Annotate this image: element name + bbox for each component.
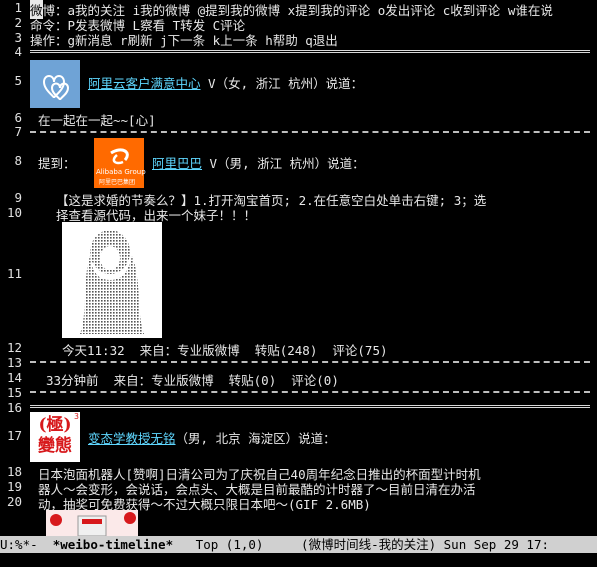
buffer-name[interactable]: *weibo-timeline*: [53, 537, 173, 552]
post-header: 阿里云客户满意中心 V（女, 浙江 杭州）说道：: [88, 73, 363, 92]
line-number: 14: [6, 370, 22, 385]
minibuffer[interactable]: [0, 553, 597, 567]
line-number: 10: [6, 205, 22, 220]
author-meta: V（男, 浙江 杭州）说道：: [202, 156, 365, 171]
major-mode[interactable]: (微博时间线-我的关注): [301, 537, 436, 552]
header-line-actions: 操作：g新消息 r刷新 j下一条 k上一条 h帮助 q退出: [30, 33, 338, 48]
line-number: 19: [6, 479, 22, 494]
alibaba-logo-subtext: 阿里巴巴集团: [99, 179, 136, 186]
line-number: 7: [14, 124, 22, 139]
dashed-separator: [30, 391, 590, 393]
line-number: 11: [6, 266, 22, 281]
line-number: 20: [6, 494, 22, 509]
author-meta: （男, 北京 海淀区）说道：: [175, 431, 336, 446]
line-number: 12: [6, 340, 22, 355]
line-number: 13: [6, 355, 22, 370]
author-link[interactable]: 变态学教授无铭: [88, 431, 176, 446]
line-number: 5: [14, 73, 22, 88]
post-image-thumbnail[interactable]: [46, 510, 138, 536]
mode-line: U:%*- *weibo-timeline* Top (1,0) (微博时间线-…: [0, 536, 597, 553]
post-header: 阿里巴巴 V（男, 浙江 杭州）说道：: [152, 153, 365, 172]
double-separator: [30, 405, 590, 408]
post-text: 在一起在一起~~[心]: [38, 113, 156, 128]
line-number: 1: [14, 0, 22, 15]
ascii-art-figure-icon: [80, 230, 144, 334]
line-number: 15: [6, 385, 22, 400]
avatar-text: (極) 變態: [38, 415, 72, 456]
hearts-icon: [42, 75, 70, 101]
post-header: 变态学教授无铭（男, 北京 海淀区）说道：: [88, 428, 336, 447]
date-time: Sun Sep 29 17:: [436, 537, 550, 552]
mention-prefix: 提到：: [38, 156, 76, 171]
line-number: 6: [14, 110, 22, 125]
double-separator: [30, 50, 590, 53]
heart-avatar[interactable]: [30, 60, 80, 108]
post-footer: 33分钟前 来自：专业版微博 转贴(0) 评论(0): [46, 373, 339, 388]
cup-noodle-robot-icon: [46, 510, 138, 536]
line-number: 16: [6, 400, 22, 415]
mode-line-state: U:%*-: [0, 537, 53, 552]
line-number: 9: [14, 190, 22, 205]
buffer-position: Top (1,0): [173, 537, 302, 552]
author-link[interactable]: 阿里云客户满意中心: [88, 76, 201, 91]
alibaba-logo-text: Alibaba Group: [96, 168, 146, 176]
line-number: 17: [6, 428, 22, 443]
biantai-avatar[interactable]: (極) 變態 3: [30, 412, 80, 462]
alibaba-logo-avatar[interactable]: Alibaba Group 阿里巴巴集团: [94, 138, 146, 188]
line-number: 2: [14, 15, 22, 30]
line-number: 3: [14, 30, 22, 45]
line-number: 18: [6, 464, 22, 479]
line-number: 8: [14, 153, 22, 168]
dashed-separator: [30, 131, 590, 133]
post-footer: 今天11:32 来自：专业版微博 转贴(248) 评论(75): [62, 343, 388, 358]
author-meta: V（女, 浙江 杭州）说道：: [200, 76, 364, 91]
line-number: 4: [14, 44, 22, 59]
author-link[interactable]: 阿里巴巴: [152, 156, 202, 171]
ascii-art-image[interactable]: [62, 222, 162, 338]
avatar-badge: 3: [74, 412, 79, 421]
dashed-separator: [30, 361, 590, 363]
